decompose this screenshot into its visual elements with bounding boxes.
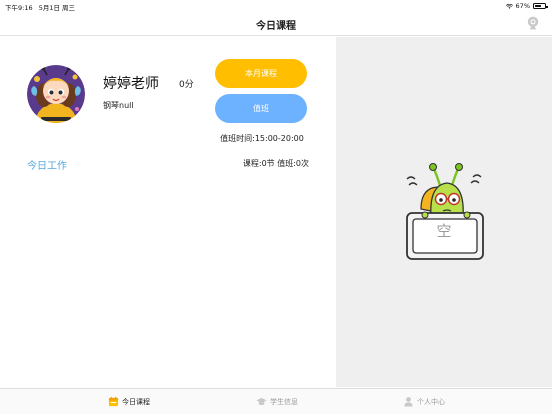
cartoon-bee-girl-avatar <box>27 65 85 123</box>
battery-icon <box>533 3 548 9</box>
page-title: 今日课程 <box>256 21 296 32</box>
teacher-panel: 婷婷老师 0分 钢琴null 本月课程 值班 值班时间:15:00-20:00 … <box>0 37 336 387</box>
nav-bar: 今日课程 <box>0 12 552 36</box>
teacher-name: 婷婷老师 <box>103 76 159 92</box>
teacher-instrument: 钢琴null <box>103 101 134 110</box>
status-bar: 下午9:16 5月1日 周三 67% <box>0 0 552 12</box>
tab-label: 个人中心 <box>417 397 445 406</box>
calendar-icon <box>108 396 119 407</box>
avatar <box>27 65 85 123</box>
tab-student-info[interactable]: 学生信息 <box>256 396 298 407</box>
duty-time: 值班时间:15:00-20:00 <box>220 134 304 143</box>
status-date: 5月1日 周三 <box>38 4 76 12</box>
teacher-score: 0分 <box>179 80 194 90</box>
tab-personal-center[interactable]: 个人中心 <box>403 396 445 407</box>
work-summary: 课程:0节 值班:0次 <box>242 159 309 168</box>
status-time: 下午9:16 <box>5 4 33 12</box>
tab-label: 今日课程 <box>122 397 150 406</box>
battery-percent: 67% <box>515 2 530 10</box>
duty-button[interactable]: 值班 <box>215 94 307 123</box>
camera-settings-icon[interactable] <box>525 15 541 31</box>
wifi-icon <box>505 3 513 9</box>
month-course-button[interactable]: 本月课程 <box>215 59 307 88</box>
snail-empty-sign-icon <box>406 163 484 260</box>
person-icon <box>404 397 413 407</box>
graduation-cap-icon <box>256 397 267 406</box>
today-work-link[interactable]: 今日工作 <box>27 157 67 172</box>
empty-state-text: 空 <box>436 222 452 240</box>
tab-label: 学生信息 <box>270 397 298 406</box>
tab-bar: 今日课程 学生信息 个人中心 <box>0 388 552 414</box>
tab-today-course[interactable]: 今日课程 <box>108 396 150 407</box>
